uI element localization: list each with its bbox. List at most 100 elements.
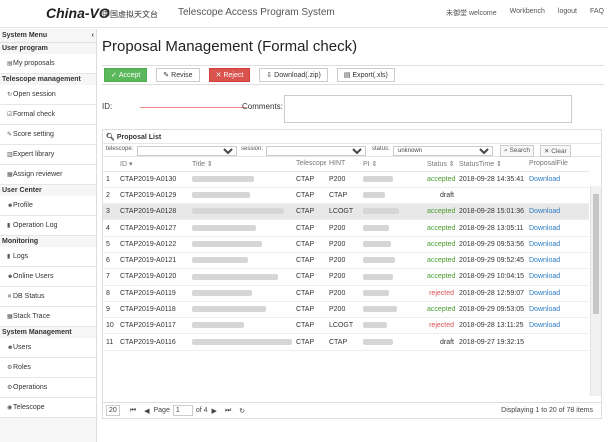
row-pi-redacted (360, 333, 424, 351)
search-button[interactable]: ⌕ Search (500, 145, 535, 157)
col-header-title[interactable]: Title ⇕ (189, 157, 293, 172)
table-row[interactable]: 4 CTAP2019-A0127 CTAP P200 accepted 2018-09-2… (103, 219, 589, 237)
row-download-link[interactable]: Download (526, 301, 589, 319)
status-select[interactable]: unknown (393, 146, 493, 156)
sidebar-item-open-session[interactable]: ↻Open session (0, 85, 96, 105)
faq-link[interactable]: FAQ (590, 8, 604, 18)
row-status: rejected (424, 317, 456, 335)
page-label: Page (153, 407, 170, 414)
download-button[interactable]: ⇩ Download(.zip) (259, 68, 328, 82)
row-id: CTAP2019-A0117 (117, 317, 189, 335)
page-number-input[interactable]: 1 (172, 405, 193, 416)
row-title-redacted (189, 301, 293, 319)
row-telescope: CTAP (293, 219, 326, 237)
table-row[interactable]: 11 CTAP2019-A0116 CTAP CTAP draft 2018-09-27 … (103, 333, 589, 351)
row-download-link[interactable]: Download (526, 236, 589, 253)
row-hint: P200 (326, 285, 360, 302)
row-id: CTAP2019-A0129 (117, 187, 189, 205)
sidebar-item-profile[interactable]: ☻Profile (0, 196, 96, 216)
last-page-icon[interactable]: ⏭ (225, 407, 231, 415)
id-field[interactable] (140, 107, 246, 108)
col-header-proposal-file[interactable]: ProposalFile (526, 157, 589, 172)
revise-button[interactable]: ✎ Revise (156, 68, 200, 82)
table-row[interactable]: 3 CTAP2019-A0128 CTAP LCOGT accepted 2018-09-… (103, 203, 589, 221)
row-download-link[interactable] (526, 187, 589, 205)
table-scrollbar[interactable] (590, 186, 601, 396)
sidebar-item-roles[interactable]: ⚙Roles (0, 358, 96, 378)
row-telescope: CTAP (293, 285, 326, 302)
next-page-icon[interactable]: ▶ (212, 407, 217, 415)
export-button[interactable]: ▤ Export(.xls) (336, 68, 395, 82)
proposal-list-title: 🔍︎ Proposal List (106, 134, 162, 141)
china-vo-logo[interactable]: China-VO (46, 5, 110, 21)
row-download-link[interactable]: Download (526, 203, 589, 221)
row-status-time: 2018-09-29 09:53:56 (456, 236, 526, 253)
col-header-hint[interactable]: HINT (326, 157, 360, 172)
sidebar-item-stack-trace[interactable]: ▦Stack Trace (0, 307, 96, 327)
collapse-icon[interactable]: ‹ (92, 32, 94, 39)
row-download-link[interactable]: Download (526, 317, 589, 335)
row-download-link[interactable]: Download (526, 268, 589, 286)
table-row[interactable]: 6 CTAP2019-A0121 CTAP P200 accepted 2018-09-2… (103, 252, 589, 270)
row-pi-redacted (360, 268, 424, 286)
row-status-time: 2018-09-29 09:52:45 (456, 252, 526, 270)
row-download-link[interactable]: Download (526, 252, 589, 270)
table-row[interactable]: 1 CTAP2019-A0130 CTAP P200 accepted 2018-09-2… (103, 171, 589, 188)
refresh-icon[interactable]: ↻ (239, 407, 245, 415)
table-row[interactable]: 2 CTAP2019-A0129 CTAP CTAP draft (103, 187, 589, 205)
row-pi-redacted (360, 187, 424, 205)
col-header-telescope[interactable]: Telescope (293, 157, 326, 172)
row-telescope: CTAP (293, 317, 326, 335)
sidebar-item-assign-reviewer[interactable]: ▦Assign reviewer (0, 165, 96, 185)
first-page-icon[interactable]: ⏮ (130, 407, 136, 415)
sidebar-item-expert-library[interactable]: ▥Expert library (0, 145, 96, 165)
comments-textarea[interactable] (284, 95, 572, 123)
row-id: CTAP2019-A0118 (117, 301, 189, 319)
row-download-link[interactable]: Download (526, 171, 589, 188)
sidebar-item-formal-check[interactable]: ☑Formal check (0, 105, 96, 125)
row-title-redacted (189, 236, 293, 253)
accept-button[interactable]: ✓ Accept (104, 68, 148, 82)
session-select[interactable] (266, 146, 366, 156)
page-title: Proposal Management (Formal check) (102, 38, 358, 55)
group-telescope-management: Telescope management (2, 76, 81, 83)
row-index: 11 (103, 333, 117, 351)
sidebar-item-db-status[interactable]: ✕DB Status (0, 287, 96, 307)
sidebar-item-score-setting[interactable]: ✎Score setting (0, 125, 96, 145)
page-size-select[interactable]: 20 (106, 405, 120, 416)
row-download-link[interactable]: Download (526, 219, 589, 237)
workbench-link[interactable]: Workbench (510, 8, 545, 18)
col-header-id[interactable]: ID ▾ (117, 157, 189, 172)
table-row[interactable]: 8 CTAP2019-A0119 CTAP P200 rejected 2018-09-2… (103, 285, 589, 302)
reject-button[interactable]: ✕ Reject (208, 68, 251, 82)
row-download-link[interactable] (526, 333, 589, 351)
sidebar-item-operations[interactable]: ⚙Operations (0, 378, 96, 398)
table-row[interactable]: 10 CTAP2019-A0117 CTAP LCOGT rejected 2018-09… (103, 317, 589, 335)
row-hint: P200 (326, 219, 360, 237)
row-hint: CTAP (326, 187, 360, 205)
filter-bar: telescope: session: status: unknown ⌕ Se… (103, 143, 601, 157)
sidebar-item-users[interactable]: ☻Users (0, 338, 96, 358)
sidebar-item-operation-log[interactable]: ▮ Operation Log (0, 216, 96, 236)
sidebar-item-logs[interactable]: ▮ Logs (0, 247, 96, 267)
row-download-link[interactable]: Download (526, 285, 589, 302)
row-status: draft (424, 333, 456, 351)
row-title-redacted (189, 171, 293, 188)
clear-button[interactable]: ✕ Clear (540, 145, 571, 157)
col-header-pi[interactable]: PI ⇕ (360, 157, 424, 172)
table-row[interactable]: 9 CTAP2019-A0118 CTAP P200 accepted 2018-09-2… (103, 301, 589, 319)
table-header-row: ID ▾ Title ⇕ Telescope HINT PI ⇕ Status … (103, 157, 589, 172)
sidebar-item-telescope[interactable]: ◉Telescope (0, 398, 96, 418)
scrollbar-thumb[interactable] (593, 194, 599, 314)
col-header-status-time[interactable]: StatusTime ⇕ (456, 157, 526, 172)
row-status-time (456, 187, 526, 205)
prev-page-icon[interactable]: ◀ (144, 407, 149, 415)
table-row[interactable]: 7 CTAP2019-A0120 CTAP P200 accepted 2018-09-2… (103, 268, 589, 286)
sidebar-item-my-proposals[interactable]: ▤My proposals (0, 54, 96, 74)
table-row[interactable]: 5 CTAP2019-A0122 CTAP P200 accepted 2018-09-2… (103, 236, 589, 253)
sidebar-item-online-users[interactable]: ☻Online Users (0, 267, 96, 287)
proposal-table: ID ▾ Title ⇕ Telescope HINT PI ⇕ Status … (103, 157, 589, 351)
col-header-status[interactable]: Status ⇕ (424, 157, 456, 172)
logout-link[interactable]: logout (558, 8, 577, 18)
telescope-select[interactable] (137, 146, 237, 156)
